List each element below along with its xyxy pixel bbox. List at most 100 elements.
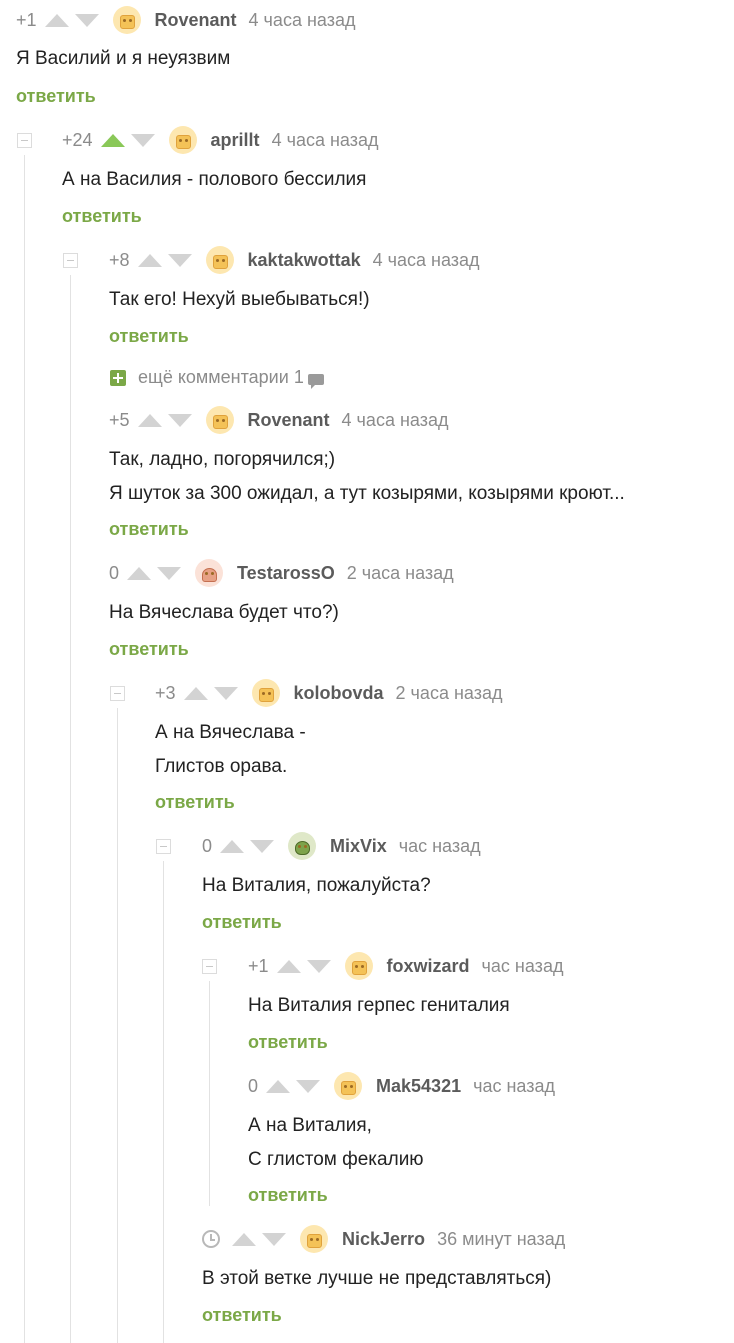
comment-rating: +5 [109, 409, 130, 430]
avatar[interactable] [288, 832, 317, 860]
collapse-toggle[interactable] [17, 133, 32, 148]
upvote-icon[interactable] [276, 959, 301, 973]
comment-header: 0 Mak54321 час назад [248, 1072, 555, 1100]
comment-text: На Виталия герпес гениталия [248, 995, 510, 1016]
reply-button[interactable]: ответить [248, 1032, 328, 1053]
comment-header: +1 foxwizard час назад [248, 952, 563, 980]
comment-text: Я шуток за 300 ожидал, а тут козырями, к… [109, 483, 625, 504]
reply-button[interactable]: ответить [109, 639, 189, 660]
comment-username[interactable]: Mak54321 [376, 1076, 461, 1097]
comment-header: +1 Rovenant 4 часа назад [16, 6, 355, 34]
more-comments-count: 1 [293, 367, 304, 387]
comment-text: А на Виталия, [248, 1115, 372, 1136]
avatar[interactable] [344, 952, 373, 980]
upvote-icon[interactable] [232, 1232, 256, 1246]
downvote-icon[interactable] [130, 133, 155, 147]
comment-rating: 0 [202, 835, 213, 856]
downvote-icon[interactable] [306, 959, 331, 973]
comment-rating: 0 [248, 1075, 259, 1096]
comment-text: А на Василия - полового бессилия [62, 169, 367, 190]
avatar[interactable] [334, 1072, 363, 1100]
more-comments-link[interactable]: ещё комментарии 1 [110, 367, 324, 389]
avatar[interactable] [251, 679, 280, 707]
avatar[interactable] [168, 126, 197, 154]
expand-plus-icon [110, 369, 126, 386]
downvote-icon[interactable] [262, 1232, 286, 1246]
comment-text: Я Василий и я неуязвим [16, 48, 231, 69]
reply-button[interactable]: ответить [155, 792, 235, 813]
comment-username[interactable]: aprillt [211, 130, 260, 151]
upvote-icon[interactable] [137, 413, 162, 427]
comment-time: 4 часа назад [271, 129, 379, 150]
thread-line [24, 155, 25, 1343]
more-comments-label: ещё комментарии [138, 367, 289, 387]
collapse-toggle[interactable] [63, 253, 78, 268]
avatar[interactable] [205, 406, 234, 434]
upvote-icon[interactable] [183, 686, 208, 700]
comment-username[interactable]: MixVix [330, 836, 387, 857]
thread-line [70, 275, 71, 1343]
upvote-icon[interactable] [220, 839, 245, 853]
comment-header: +8 kaktakwottak 4 часа назад [109, 246, 480, 274]
comment-username[interactable]: TestarossO [237, 563, 335, 584]
reply-button[interactable]: ответить [16, 86, 96, 107]
comment-time: час назад [398, 835, 481, 856]
upvote-icon[interactable] [44, 13, 69, 27]
comment-rating: +24 [62, 129, 93, 150]
upvote-icon[interactable] [100, 133, 125, 147]
comment-bubble-icon [307, 374, 324, 389]
comment-text: На Вячеслава будет что?) [109, 602, 339, 623]
avatar[interactable] [195, 559, 224, 587]
comment-header: +24 aprillt 4 часа назад [62, 126, 379, 154]
reply-button[interactable]: ответить [109, 326, 189, 347]
comment-text: С глистом фекалию [248, 1149, 424, 1170]
upvote-icon[interactable] [266, 1079, 291, 1093]
comment-time: 2 часа назад [395, 682, 503, 703]
comment-time: 2 часа назад [346, 562, 454, 583]
avatar[interactable] [112, 6, 141, 34]
downvote-icon[interactable] [167, 253, 192, 267]
comment-time: 4 часа назад [341, 409, 449, 430]
downvote-icon[interactable] [296, 1079, 321, 1093]
comment-username[interactable]: Rovenant [155, 10, 237, 31]
comment-username[interactable]: kolobovda [294, 683, 384, 704]
comment-text: А на Вячеслава - [155, 722, 306, 743]
avatar[interactable] [300, 1225, 328, 1253]
comment-text: Так, ладно, погорячился;) [109, 449, 336, 470]
comment-time: час назад [473, 1075, 555, 1096]
downvote-icon[interactable] [213, 686, 238, 700]
upvote-icon[interactable] [127, 566, 152, 580]
reply-button[interactable]: ответить [248, 1185, 328, 1206]
reply-button[interactable]: ответить [202, 912, 282, 933]
reply-button[interactable]: ответить [62, 206, 142, 227]
collapse-toggle[interactable] [156, 839, 171, 854]
comment-username[interactable]: foxwizard [387, 956, 470, 977]
comment-header: 0 TestarossO 2 часа назад [109, 559, 454, 587]
comment-header: +3 kolobovda 2 часа назад [155, 679, 502, 707]
comment-time: 4 часа назад [372, 249, 480, 270]
comment-header: 0 MixVix час назад [202, 832, 481, 860]
reply-button[interactable]: ответить [109, 519, 189, 540]
comment-rating: +1 [248, 955, 269, 976]
downvote-icon[interactable] [250, 839, 275, 853]
comment-rating: +3 [155, 682, 176, 703]
comment-username[interactable]: Rovenant [248, 410, 330, 431]
comment-text: В этой ветке лучше не представляться) [202, 1268, 552, 1289]
comment-rating: 0 [109, 562, 120, 583]
comment-header: +5 Rovenant 4 часа назад [109, 406, 448, 434]
upvote-icon[interactable] [137, 253, 162, 267]
avatar[interactable] [205, 246, 234, 274]
collapse-toggle[interactable] [110, 686, 125, 701]
downvote-icon[interactable] [167, 413, 192, 427]
comment-header: NickJerro 36 минут назад [202, 1225, 565, 1253]
reply-button[interactable]: ответить [202, 1305, 282, 1326]
comment-username[interactable]: kaktakwottak [248, 250, 361, 271]
collapse-toggle[interactable] [202, 959, 217, 974]
comment-time: 4 часа назад [248, 9, 356, 30]
comment-time: 36 минут назад [437, 1228, 566, 1249]
clock-icon [202, 1230, 220, 1248]
comment-rating: +1 [16, 9, 37, 30]
downvote-icon[interactable] [157, 566, 182, 580]
downvote-icon[interactable] [74, 13, 99, 27]
comment-username[interactable]: NickJerro [342, 1229, 425, 1250]
